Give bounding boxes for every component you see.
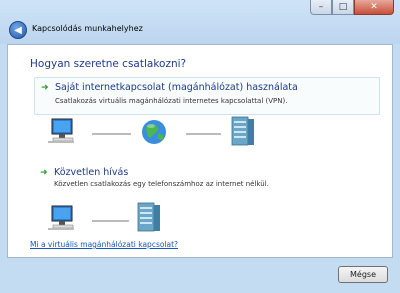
option-direct-dial-description: Közvetlen csatlakozás egy telefonszámhoz… bbox=[54, 180, 269, 188]
option-direct-dial-title: Közvetlen hívás bbox=[54, 167, 129, 178]
green-arrow-icon: ➜ bbox=[40, 168, 48, 178]
server-icon bbox=[231, 116, 254, 146]
title-bar: – □ ✕ ◀ Kapcsolódás munkahelyhez bbox=[0, 0, 400, 44]
maximize-button[interactable]: □ bbox=[332, 0, 354, 15]
back-arrow-icon[interactable]: ◀ bbox=[9, 21, 27, 39]
minimize-button[interactable]: – bbox=[310, 0, 332, 15]
window-title: Kapcsolódás munkahelyhez bbox=[32, 24, 143, 33]
dialog-window: – □ ✕ ◀ Kapcsolódás munkahelyhez Hogyan … bbox=[0, 0, 400, 293]
globe-icon bbox=[142, 120, 166, 144]
content-panel: Hogyan szeretne csatlakozni? ➜ Saját int… bbox=[7, 44, 393, 258]
window-controls: – □ ✕ bbox=[310, 0, 394, 15]
option-direct-dial[interactable]: ➜ Közvetlen hívás Közvetlen csatlakozás … bbox=[34, 163, 380, 189]
vpn-diagram bbox=[48, 116, 254, 232]
computer-icon bbox=[48, 118, 74, 143]
close-button[interactable]: ✕ bbox=[354, 0, 394, 15]
server-icon bbox=[137, 202, 160, 232]
cancel-button[interactable]: Mégse bbox=[338, 266, 388, 283]
computer-icon bbox=[48, 205, 74, 230]
help-link[interactable]: Mi a virtuális magánhálózati kapcsolat? bbox=[30, 240, 178, 249]
